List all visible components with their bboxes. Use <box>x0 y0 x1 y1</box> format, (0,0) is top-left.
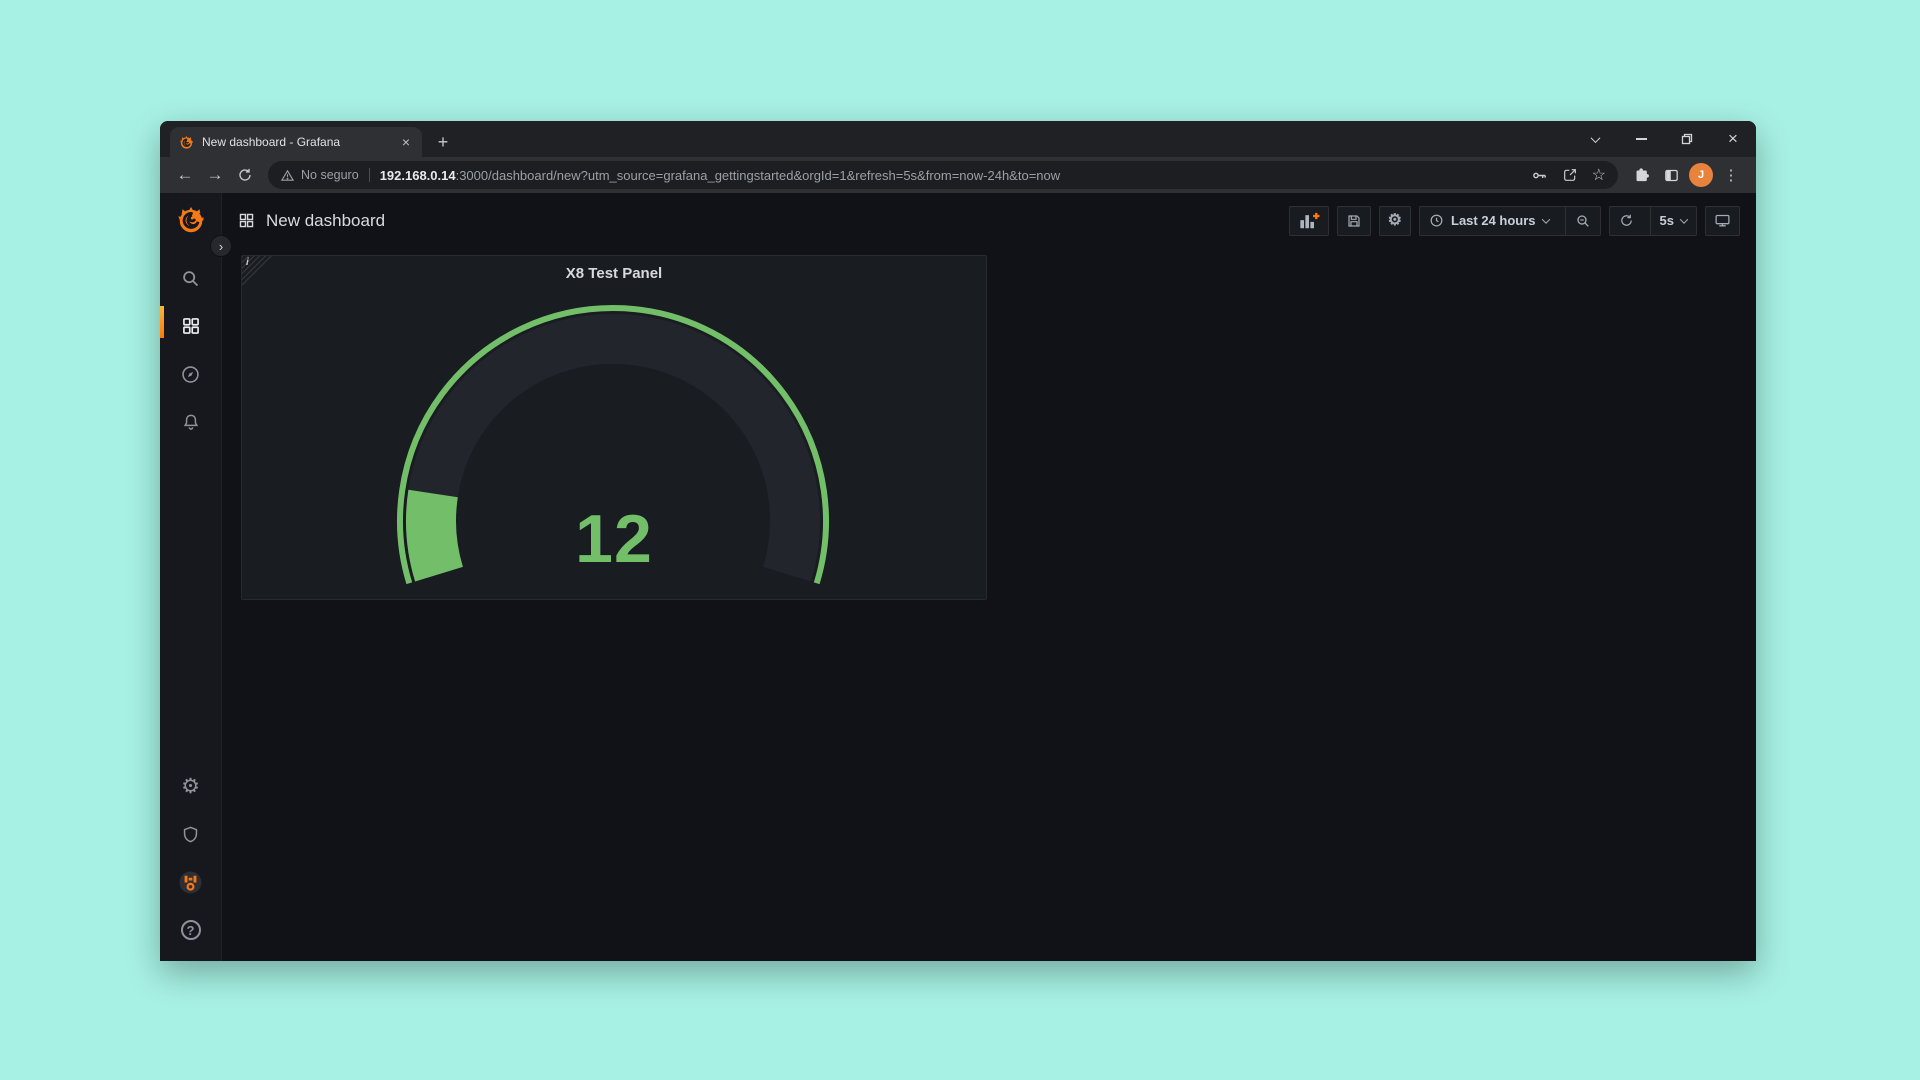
user-avatar-identicon <box>177 869 204 896</box>
dashboard-controls: ⚙ Last 24 hours <box>1289 206 1740 236</box>
security-label[interactable]: No seguro <box>301 168 359 182</box>
time-range-chevron-icon <box>1541 215 1549 223</box>
url-path: :3000/dashboard/new?utm_source=grafana_g… <box>456 168 1061 183</box>
browser-toolbar: ← → No seguro 192.168.0.14:3000/dashboar… <box>160 157 1756 193</box>
sidebar-item-dashboards[interactable] <box>171 307 211 345</box>
grafana-app: › <box>160 193 1756 961</box>
save-icon <box>1346 213 1362 229</box>
bookmark-star-icon[interactable]: ☆ <box>1592 165 1606 185</box>
info-icon: i <box>246 257 249 268</box>
extensions-button[interactable] <box>1626 160 1656 190</box>
window-close-button[interactable]: × <box>1710 121 1756 157</box>
browser-window: New dashboard - Grafana × + × ← → <box>160 121 1756 961</box>
refresh-interval-label: 5s <box>1660 213 1674 228</box>
grafana-sidebar: › <box>160 193 222 961</box>
bell-icon <box>181 412 201 432</box>
add-panel-button[interactable] <box>1289 206 1329 236</box>
dashboard-settings-button[interactable]: ⚙ <box>1379 206 1411 236</box>
forward-button[interactable]: → <box>200 160 230 190</box>
side-panel-icon <box>1663 167 1680 184</box>
dashboard-grid-icon <box>238 212 255 229</box>
window-restore-button[interactable] <box>1664 121 1710 157</box>
refresh-button[interactable] <box>1610 207 1643 235</box>
kiosk-mode-button[interactable] <box>1705 206 1740 236</box>
save-dashboard-button[interactable] <box>1337 206 1371 236</box>
refresh-interval-chevron-icon <box>1680 215 1688 223</box>
zoom-out-icon <box>1575 213 1591 229</box>
restore-icon <box>1681 133 1693 145</box>
tab-close-icon[interactable]: × <box>399 134 413 150</box>
time-range-label: Last 24 hours <box>1451 213 1536 228</box>
dashboards-grid-icon <box>181 316 201 336</box>
compass-icon <box>180 364 201 385</box>
gauge-value-text: 12 <box>242 505 986 573</box>
profile-avatar[interactable]: J <box>1689 163 1713 187</box>
back-button[interactable]: ← <box>170 160 200 190</box>
grafana-main: New dashboard <box>222 193 1756 961</box>
time-range-group: Last 24 hours <box>1419 206 1601 236</box>
search-icon <box>180 268 201 289</box>
active-section-indicator <box>160 306 164 338</box>
sidebar-item-server-admin[interactable] <box>171 815 211 853</box>
key-icon <box>1531 167 1548 184</box>
gauge-panel[interactable]: i X8 Test Panel 12 <box>241 255 987 600</box>
tv-monitor-icon <box>1714 212 1731 229</box>
refresh-group: 5s <box>1609 206 1697 236</box>
zoom-out-time-button[interactable] <box>1565 207 1600 235</box>
help-icon: ? <box>181 920 201 940</box>
sidebar-item-user-profile[interactable] <box>171 863 211 901</box>
reload-icon <box>237 167 253 183</box>
panel-title[interactable]: X8 Test Panel <box>242 256 986 290</box>
browser-tab[interactable]: New dashboard - Grafana × <box>170 127 422 157</box>
address-bar[interactable]: No seguro 192.168.0.14:3000/dashboard/ne… <box>268 161 1618 189</box>
page-title: New dashboard <box>266 211 385 231</box>
reload-button[interactable] <box>230 160 260 190</box>
sidebar-item-explore[interactable] <box>171 355 211 393</box>
sidebar-item-help[interactable]: ? <box>171 911 211 949</box>
url-text[interactable]: 192.168.0.14:3000/dashboard/new?utm_sour… <box>380 168 1517 183</box>
grafana-logo-icon[interactable] <box>176 205 206 235</box>
omnibox-divider <box>369 168 370 182</box>
sidebar-item-alerting[interactable] <box>171 403 211 441</box>
settings-gear-icon: ⚙ <box>1388 213 1402 229</box>
window-controls: × <box>1572 121 1756 157</box>
url-host: 192.168.0.14 <box>380 168 456 183</box>
time-range-picker[interactable]: Last 24 hours <box>1420 207 1558 235</box>
tab-strip: New dashboard - Grafana × + × <box>160 121 1756 157</box>
gear-icon: ⚙ <box>181 776 200 797</box>
sidebar-item-configuration[interactable]: ⚙ <box>171 767 211 805</box>
new-tab-button[interactable]: + <box>430 129 456 155</box>
shield-icon <box>181 825 200 844</box>
not-secure-warning-icon <box>280 168 295 183</box>
sidebar-item-search[interactable] <box>171 259 211 297</box>
add-panel-icon <box>1298 211 1320 231</box>
refresh-icon <box>1619 213 1634 228</box>
browser-menu-button[interactable]: ⋮ <box>1716 160 1746 190</box>
share-icon <box>1562 167 1578 183</box>
refresh-interval-dropdown[interactable]: 5s <box>1650 207 1696 235</box>
password-key-button[interactable] <box>1531 167 1548 184</box>
tab-title: New dashboard - Grafana <box>202 135 391 149</box>
puzzle-icon <box>1633 167 1650 184</box>
sidebar-expand-button[interactable]: › <box>210 235 232 257</box>
side-panel-button[interactable] <box>1656 160 1686 190</box>
dashboard-topbar: New dashboard <box>222 193 1756 248</box>
share-button[interactable] <box>1562 167 1578 183</box>
dashboard-canvas: i X8 Test Panel 12 <box>222 248 1756 600</box>
tab-search-chevron-icon[interactable] <box>1572 121 1618 157</box>
window-minimize-button[interactable] <box>1618 121 1664 157</box>
clock-icon <box>1429 213 1444 228</box>
gauge-visualization: 12 <box>242 256 986 599</box>
grafana-favicon-icon <box>179 135 194 150</box>
